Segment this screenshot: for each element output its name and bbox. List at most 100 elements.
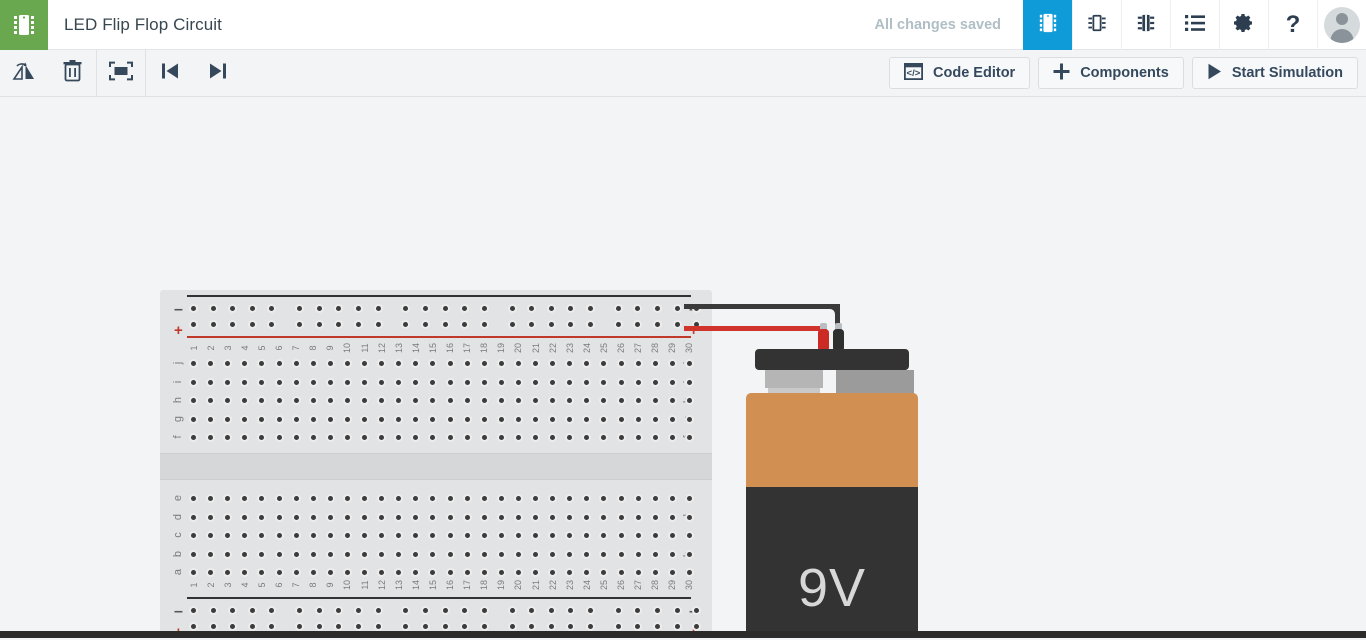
breadboard-hole[interactable] xyxy=(582,531,592,541)
breadboard-hole[interactable] xyxy=(496,414,506,424)
breadboard-hole[interactable] xyxy=(546,320,556,329)
breadboard-hole[interactable] xyxy=(479,606,489,615)
breadboard-hole[interactable] xyxy=(360,359,369,368)
breadboard-hole[interactable] xyxy=(667,494,677,503)
breadboard-hole[interactable] xyxy=(206,494,216,503)
breadboard-hole[interactable] xyxy=(189,494,198,503)
breadboard-hole[interactable] xyxy=(360,531,369,541)
breadboard-hole[interactable] xyxy=(565,414,575,424)
breadboard-hole[interactable] xyxy=(228,304,238,313)
breadboard-hole[interactable] xyxy=(295,320,305,329)
breadboard-hole[interactable] xyxy=(496,531,506,541)
breadboard-hole[interactable] xyxy=(240,531,250,541)
breadboard-hole[interactable] xyxy=(633,433,643,443)
breadboard-hole[interactable] xyxy=(354,304,363,313)
breadboard-hole[interactable] xyxy=(667,549,677,559)
breadboard-hole[interactable] xyxy=(616,377,626,387)
start-simulation-button[interactable]: Start Simulation xyxy=(1191,57,1358,89)
breadboard-hole[interactable] xyxy=(308,549,318,559)
breadboard-hole[interactable] xyxy=(548,512,558,522)
breadboard-hole[interactable] xyxy=(507,304,517,313)
breadboard-hole[interactable] xyxy=(308,531,318,541)
breadboard-hole[interactable] xyxy=(479,320,489,329)
breadboard-hole[interactable] xyxy=(496,494,506,503)
breadboard-hole[interactable] xyxy=(373,304,383,313)
breadboard-hole[interactable] xyxy=(394,414,404,424)
breadboard-hole[interactable] xyxy=(440,304,450,313)
breadboard-hole[interactable] xyxy=(479,494,489,503)
breadboard-hole[interactable] xyxy=(421,304,430,313)
page-title[interactable]: LED Flip Flop Circuit xyxy=(48,0,222,49)
breadboard-hole[interactable] xyxy=(314,622,324,631)
breadboard-hole[interactable] xyxy=(360,494,369,503)
breadboard-hole[interactable] xyxy=(206,568,216,578)
breadboard-hole[interactable] xyxy=(377,433,387,443)
breadboard-hole[interactable] xyxy=(684,494,694,503)
breadboard-hole[interactable] xyxy=(527,304,537,313)
breadboard-hole[interactable] xyxy=(411,568,421,578)
breadboard-hole[interactable] xyxy=(295,606,305,615)
breadboard-hole[interactable] xyxy=(548,494,558,503)
breadboard-hole[interactable] xyxy=(667,512,677,522)
delete-button[interactable] xyxy=(48,50,96,97)
breadboard-hole[interactable] xyxy=(667,414,677,424)
breadboard-hole[interactable] xyxy=(479,531,489,541)
breadboard-hole[interactable] xyxy=(650,494,660,503)
breadboard-hole[interactable] xyxy=(325,359,335,368)
breadboard-hole[interactable] xyxy=(650,414,660,424)
breadboard-hole[interactable] xyxy=(377,568,387,578)
breadboard-hole[interactable] xyxy=(291,377,301,387)
breadboard-hole[interactable] xyxy=(223,531,233,541)
breadboard-hole[interactable] xyxy=(208,320,218,329)
breadboard-hole[interactable] xyxy=(650,359,660,368)
breadboard-hole[interactable] xyxy=(354,606,363,615)
breadboard-hole[interactable] xyxy=(295,304,305,313)
breadboard-hole[interactable] xyxy=(513,359,523,368)
breadboard-hole[interactable] xyxy=(274,568,284,578)
breadboard-hole[interactable] xyxy=(360,433,369,443)
breadboard-hole[interactable] xyxy=(667,396,677,406)
breadboard-hole[interactable] xyxy=(240,359,250,368)
breadboard-hole[interactable] xyxy=(189,549,198,559)
breadboard-hole[interactable] xyxy=(428,359,438,368)
breadboard-hole[interactable] xyxy=(208,304,218,313)
breadboard-hole[interactable] xyxy=(513,396,523,406)
breadboard-hole[interactable] xyxy=(507,606,517,615)
breadboard-hole[interactable] xyxy=(291,549,301,559)
breadboard-hole[interactable] xyxy=(208,606,218,615)
breadboard-hole[interactable] xyxy=(462,377,472,387)
breadboard-hole[interactable] xyxy=(616,433,626,443)
breadboard-hole[interactable] xyxy=(653,320,662,329)
breadboard-hole[interactable] xyxy=(257,568,267,578)
breadboard-hole[interactable] xyxy=(274,414,284,424)
breadboard-hole[interactable] xyxy=(291,531,301,541)
breadboard-hole[interactable] xyxy=(599,433,609,443)
breadboard-hole[interactable] xyxy=(267,320,277,329)
breadboard-hole[interactable] xyxy=(479,568,489,578)
breadboard-hole[interactable] xyxy=(257,531,267,541)
breadboard-hole[interactable] xyxy=(460,606,470,615)
breadboard-hole[interactable] xyxy=(401,304,411,313)
breadboard-hole[interactable] xyxy=(531,549,540,559)
breadboard-hole[interactable] xyxy=(462,433,472,443)
breadboard-hole[interactable] xyxy=(650,512,660,522)
breadboard-hole[interactable] xyxy=(274,396,284,406)
breadboard-hole[interactable] xyxy=(308,359,318,368)
breadboard-hole[interactable] xyxy=(377,359,387,368)
breadboard-hole[interactable] xyxy=(428,433,438,443)
breadboard-hole[interactable] xyxy=(565,377,575,387)
breadboard-hole[interactable] xyxy=(428,531,438,541)
breadboard-hole[interactable] xyxy=(633,531,643,541)
wire-positive-horizontal[interactable] xyxy=(684,326,822,331)
breadboard-hole[interactable] xyxy=(672,606,682,615)
breadboard-hole[interactable] xyxy=(189,568,198,578)
breadboard-hole[interactable] xyxy=(633,494,643,503)
breadboard-hole[interactable] xyxy=(479,414,489,424)
breadboard-hole[interactable] xyxy=(616,568,626,578)
breadboard-hole[interactable] xyxy=(189,512,198,522)
help-button[interactable]: ? xyxy=(1268,0,1317,50)
breadboard-hole[interactable] xyxy=(672,304,682,313)
breadboard-hole[interactable] xyxy=(586,622,595,631)
breadboard-hole[interactable] xyxy=(208,622,218,631)
breadboard-hole[interactable] xyxy=(354,622,363,631)
